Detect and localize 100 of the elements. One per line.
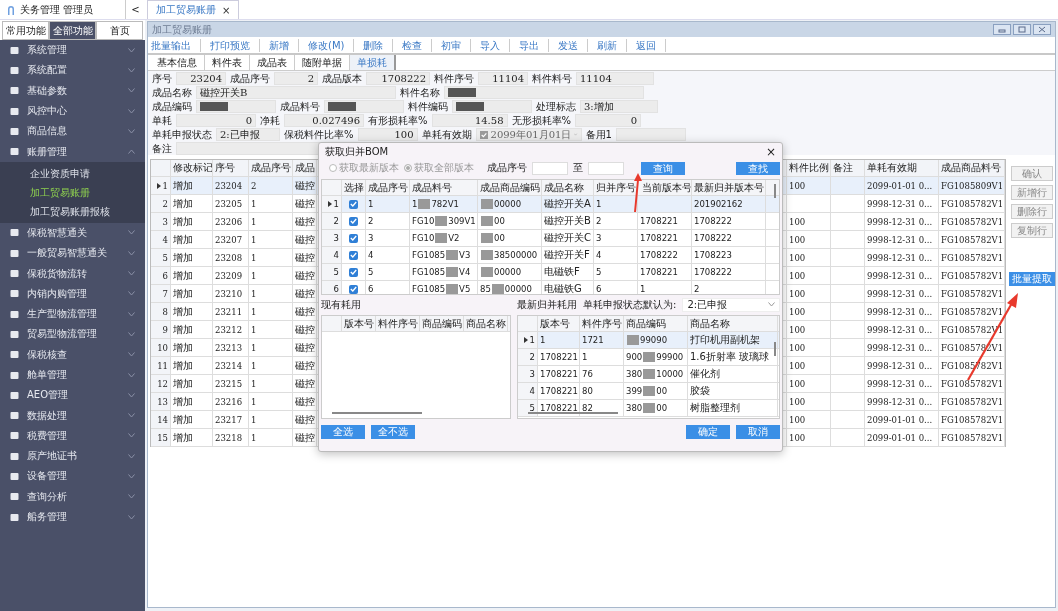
table-cell: 76 xyxy=(580,366,624,382)
table-cell: 9998-12-31 0... xyxy=(865,267,939,284)
column-header: 成品 xyxy=(293,160,317,176)
table-cell: 9998-12-31 0... xyxy=(865,195,939,212)
field-label: 成品编码 xyxy=(152,100,192,113)
field-label: 备用1 xyxy=(585,128,612,141)
table-cell: 23212 xyxy=(213,321,249,338)
column-header: 商品名称 xyxy=(464,316,508,331)
table-cell: 100 xyxy=(787,177,831,194)
table-cell: 1708221 xyxy=(638,230,692,246)
row-number: 3 xyxy=(162,216,168,227)
column-header: 修改标记 xyxy=(171,160,213,176)
table-cell: 树脂整理剂 xyxy=(688,400,778,416)
table-cell: 00000 xyxy=(478,264,542,280)
table-cell: 9998-12-31 0... xyxy=(865,393,939,410)
table-cell: 23211 xyxy=(213,303,249,320)
table-cell: 1 782V1 xyxy=(410,196,478,212)
table-cell: 磁控 xyxy=(293,213,317,230)
field-label: 成品版本 xyxy=(322,72,362,85)
table-cell: 1 xyxy=(249,339,293,356)
table-cell: 1 xyxy=(638,281,692,294)
table-cell: 磁控 xyxy=(293,411,317,428)
table-cell: 增加 xyxy=(171,393,213,410)
table-cell: 1 xyxy=(249,303,293,320)
table-cell: 增加 xyxy=(171,411,213,428)
table-cell: FG1085782V1 xyxy=(939,249,1005,266)
row-number: 1 xyxy=(333,199,339,209)
column-header: 版本号 xyxy=(342,316,376,331)
row-number: 7 xyxy=(162,288,168,299)
column-header: 成品商品料号 xyxy=(939,160,1005,176)
table-cell: 23205 xyxy=(213,195,249,212)
table-cell: 增加 xyxy=(171,339,213,356)
row-number: 4 xyxy=(333,250,339,260)
table-cell: 磁控 xyxy=(293,285,317,302)
table-cell: 23210 xyxy=(213,285,249,302)
table-cell: 100 xyxy=(787,375,831,392)
table-cell: 1708221 xyxy=(538,383,580,399)
field-label: 成品序号 xyxy=(487,161,527,175)
row-number: 3 xyxy=(529,369,535,379)
table-cell: 23214 xyxy=(213,357,249,374)
field-label: 料件名称 xyxy=(400,86,440,99)
table-cell: 增加 xyxy=(171,249,213,266)
field-label: 至 xyxy=(573,161,583,175)
table-cell: 99090 xyxy=(624,332,688,348)
table-cell: 磁控 xyxy=(293,303,317,320)
table-cell: 磁控 xyxy=(293,339,317,356)
field-label: 料件编码 xyxy=(408,100,448,113)
table-cell: 1 xyxy=(249,267,293,284)
table-cell: 100 xyxy=(787,339,831,356)
table-cell: 增加 xyxy=(171,303,213,320)
table-cell: 1 xyxy=(249,375,293,392)
table-cell: 23217 xyxy=(213,411,249,428)
row-number: 8 xyxy=(162,306,168,317)
table-cell: 100 xyxy=(787,249,831,266)
table-cell: 电磁铁F xyxy=(542,264,594,280)
field-label: 序号 xyxy=(152,72,172,85)
row-number: 3 xyxy=(333,233,339,243)
field-label: 单耗有效期 xyxy=(421,128,472,141)
table-cell: FG10 V2 xyxy=(410,230,478,246)
table-cell: FG10 309V1 xyxy=(410,213,478,229)
column-header: 商品编码 xyxy=(420,316,464,331)
section-title: 最新归并耗用 xyxy=(517,298,577,312)
column-header: 料件比例 xyxy=(787,160,831,176)
table-cell: 1708221 xyxy=(538,349,580,365)
column-header: 成品商品编码 xyxy=(478,180,542,195)
column-header: 料件序号 xyxy=(580,316,624,331)
row-number: 15 xyxy=(157,432,168,443)
table-cell: 增加 xyxy=(171,321,213,338)
table-cell: 1 xyxy=(249,231,293,248)
table-cell: 磁控开关F xyxy=(542,247,594,263)
table-cell: 100 xyxy=(787,357,831,374)
table-cell: 1708222 xyxy=(692,230,766,246)
table-cell: 6 xyxy=(366,281,410,294)
field-label: 单耗 xyxy=(152,114,172,127)
table-cell: 2099-01-01 0... xyxy=(865,429,939,446)
table-cell: 85 00000 xyxy=(478,281,542,294)
table-cell: 1 xyxy=(249,429,293,446)
table-cell: FG1085782V1 xyxy=(939,303,1005,320)
table-cell: 1 xyxy=(594,196,638,212)
table-cell: 2099-01-01 0... xyxy=(865,177,939,194)
table-cell: 磁控 xyxy=(293,249,317,266)
table-cell: 23209 xyxy=(213,267,249,284)
table-cell: 磁控 xyxy=(293,267,317,284)
table-cell: 磁控 xyxy=(293,375,317,392)
field-label: 料件料号 xyxy=(532,72,572,85)
column-header: 商品编码 xyxy=(624,316,688,331)
column-header: 最新归并版本号 xyxy=(692,180,766,195)
table-cell: 4 xyxy=(594,247,638,263)
table-cell: FG1085782V1 xyxy=(939,213,1005,230)
table-cell: 3 xyxy=(594,230,638,246)
table-cell: FG1085782V1 xyxy=(939,393,1005,410)
table-cell: FG1085 V3 xyxy=(410,247,478,263)
table-cell: FG1085 V4 xyxy=(410,264,478,280)
field-label: 备注 xyxy=(152,142,172,155)
table-cell: 9998-12-31 0... xyxy=(865,285,939,302)
table-cell: 磁控 xyxy=(293,357,317,374)
table-cell: FG1085782V1 xyxy=(939,375,1005,392)
dialog-title: 获取归并BOM xyxy=(325,144,389,159)
table-cell: 9998-12-31 0... xyxy=(865,339,939,356)
table-cell: 380 10000 xyxy=(624,366,688,382)
